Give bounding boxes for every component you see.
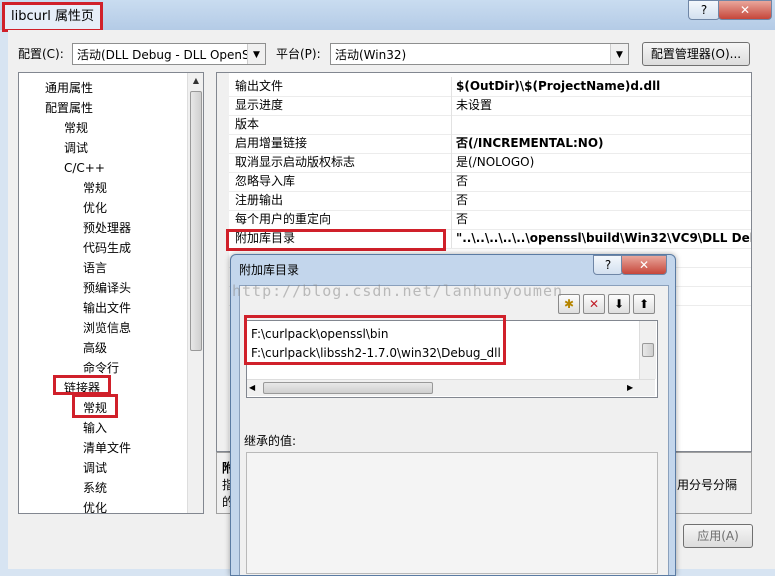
tree-item[interactable]: 输入	[83, 418, 107, 438]
tree-item[interactable]: 语言	[83, 258, 107, 278]
arrow-up-icon: ⬆	[638, 297, 650, 311]
move-up-button[interactable]: ⬆	[633, 294, 655, 314]
property-name: 显示进度	[235, 98, 284, 112]
property-value[interactable]: 是(/NOLOGO)	[451, 153, 751, 172]
help-button[interactable]: ?	[688, 0, 720, 20]
property-row[interactable]: 版本	[229, 115, 751, 135]
tree-item[interactable]: 常规	[83, 178, 107, 198]
property-tree[interactable]: 通用属性 配置属性 常规 调试 C/C++ 常规 优化 预处理器 代码生成 语言…	[18, 72, 204, 514]
close-button[interactable]: ✕	[718, 0, 772, 20]
tree-item[interactable]: 输出文件	[83, 298, 131, 318]
property-row[interactable]: 每个用户的重定向 否	[229, 210, 751, 230]
property-row[interactable]: 启用增量链接 否(/INCREMENTAL:NO)	[229, 134, 751, 154]
directory-list-hscrollbar[interactable]: ◀ ▶	[247, 379, 655, 396]
property-name: 输出文件	[235, 79, 284, 93]
chevron-down-icon: ▼	[247, 44, 265, 64]
directory-list-vscroll-thumb[interactable]	[642, 343, 654, 357]
tree-item[interactable]: 常规	[64, 118, 88, 138]
title-bar	[0, 0, 775, 30]
linker-highlight	[53, 375, 111, 395]
window-title: libcurl 属性页	[2, 2, 103, 32]
tree-item[interactable]: 调试	[64, 138, 88, 158]
directory-list-vscrollbar[interactable]	[639, 321, 656, 379]
property-name: 忽略导入库	[235, 174, 296, 188]
close-icon: ✕	[638, 258, 650, 272]
help-icon: ?	[700, 3, 708, 17]
tree-item[interactable]: 系统	[83, 478, 107, 498]
dialog-title: 附加库目录	[239, 263, 300, 277]
tree-item[interactable]: 调试	[83, 458, 107, 478]
property-value[interactable]	[451, 115, 751, 134]
property-name: 启用增量链接	[235, 136, 308, 150]
property-value[interactable]: 否	[451, 191, 751, 210]
tree-item[interactable]: 预处理器	[83, 218, 131, 238]
tree-item[interactable]: 优化	[83, 198, 107, 218]
tree-scroll-thumb[interactable]	[190, 91, 202, 351]
additional-library-dirs-dialog: 附加库目录 ? ✕ ✱ ✕ ⬇ ⬆ F:\curlpack\openssl\bi…	[230, 254, 676, 576]
help-icon: ?	[604, 258, 612, 272]
additional-library-dirs-highlight	[226, 229, 446, 251]
directory-list-hscroll-thumb[interactable]	[263, 382, 433, 394]
scroll-up-icon[interactable]: ▲	[188, 73, 203, 89]
tree-scrollbar[interactable]: ▲	[187, 73, 203, 513]
property-name: 取消显示启动版权标志	[235, 155, 356, 169]
property-value[interactable]: 未设置	[451, 96, 751, 115]
tree-item[interactable]: 配置属性	[45, 98, 93, 118]
inherited-values-label: 继承的值:	[244, 434, 297, 448]
tree-item[interactable]: 代码生成	[83, 238, 131, 258]
close-icon: ✕	[739, 3, 751, 17]
property-name: 版本	[235, 117, 260, 131]
tree-item[interactable]: 高级	[83, 338, 107, 358]
tree-item[interactable]: 浏览信息	[83, 318, 131, 338]
property-row[interactable]: 取消显示启动版权标志 是(/NOLOGO)	[229, 153, 751, 173]
property-row[interactable]: 输出文件 $(OutDir)\$(ProjectName)d.dll	[229, 77, 751, 97]
property-name: 每个用户的重定向	[235, 212, 332, 226]
linker-general-highlight	[72, 394, 118, 418]
description-text: 用分号分隔	[677, 478, 738, 492]
scroll-right-icon[interactable]: ▶	[627, 380, 633, 396]
scroll-left-icon[interactable]: ◀	[249, 380, 255, 396]
inherited-values-box	[246, 452, 658, 574]
tree-item[interactable]: 预编译头	[83, 278, 131, 298]
property-value[interactable]: 否	[451, 172, 751, 191]
property-value[interactable]: "..\..\..\..\..\openssl\build\Win32\VC9\…	[451, 229, 751, 248]
config-label: 配置(C):	[18, 47, 64, 61]
arrow-down-icon: ⬇	[613, 297, 625, 311]
property-row[interactable]: 显示进度 未设置	[229, 96, 751, 116]
config-select[interactable]: 活动(DLL Debug - DLL OpenS ▼	[72, 43, 266, 65]
tree-item[interactable]: 通用属性	[45, 78, 93, 98]
apply-button[interactable]: 应用(A)	[683, 524, 753, 548]
tree-item[interactable]: 清单文件	[83, 438, 131, 458]
dialog-close-button[interactable]: ✕	[621, 255, 667, 275]
property-value[interactable]: $(OutDir)\$(ProjectName)d.dll	[451, 77, 751, 96]
platform-select[interactable]: 活动(Win32) ▼	[330, 43, 629, 65]
tree-item[interactable]: C/C++	[64, 158, 105, 178]
property-row[interactable]: 注册输出 否	[229, 191, 751, 211]
directories-highlight	[244, 315, 506, 365]
config-select-value: 活动(DLL Debug - DLL OpenS	[77, 48, 250, 62]
tree-item[interactable]: 优化	[83, 498, 107, 513]
delete-button[interactable]: ✕	[583, 294, 605, 314]
config-manager-button[interactable]: 配置管理器(O)...	[642, 42, 750, 66]
platform-label: 平台(P):	[276, 47, 321, 61]
chevron-down-icon: ▼	[610, 44, 628, 64]
property-name: 注册输出	[235, 193, 284, 207]
property-row[interactable]: 忽略导入库 否	[229, 172, 751, 192]
delete-icon: ✕	[588, 297, 600, 311]
watermark-text: http://blog.csdn.net/lanhunyoumen	[232, 282, 564, 300]
property-value[interactable]: 否	[451, 210, 751, 229]
dialog-help-button[interactable]: ?	[593, 255, 623, 275]
move-down-button[interactable]: ⬇	[608, 294, 630, 314]
grid-margin	[217, 73, 229, 451]
new-folder-icon: ✱	[563, 297, 575, 311]
platform-select-value: 活动(Win32)	[335, 48, 407, 62]
property-value[interactable]: 否(/INCREMENTAL:NO)	[451, 134, 751, 153]
